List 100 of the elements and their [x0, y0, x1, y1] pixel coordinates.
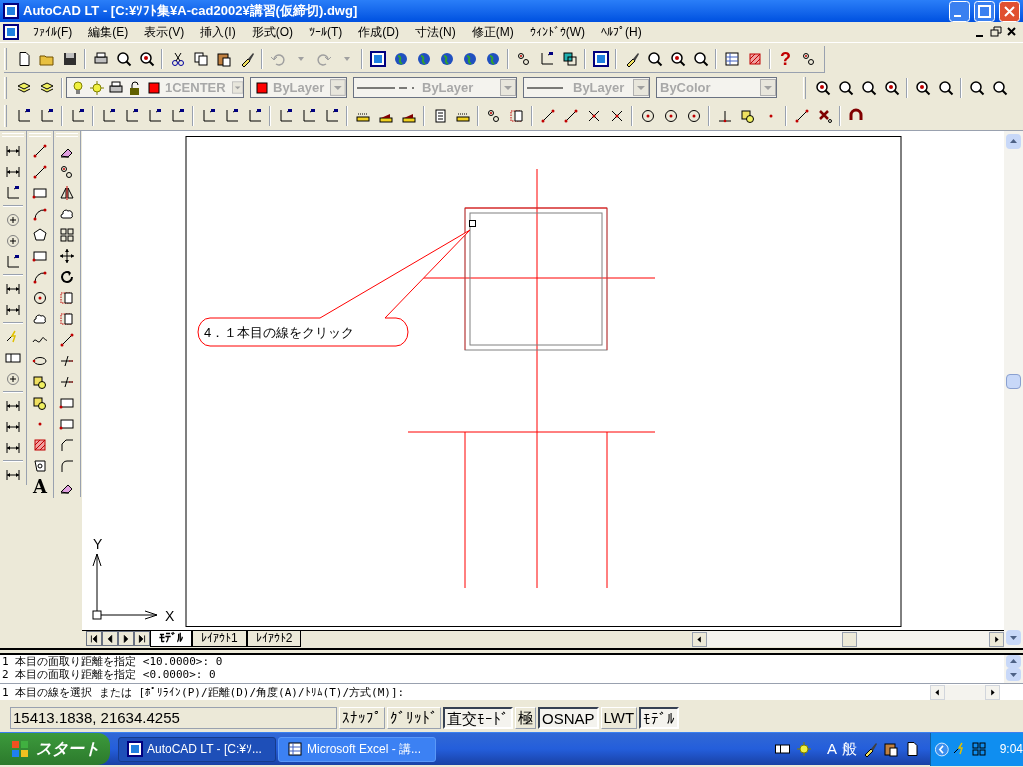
taskbar-button[interactable]: Microsoft Excel - 講... [278, 736, 436, 762]
stretch-icon[interactable] [59, 310, 75, 327]
window-icon[interactable] [592, 50, 609, 67]
zoom-scale-icon[interactable] [860, 79, 877, 96]
next-tab-icon[interactable] [118, 631, 134, 646]
line-icon[interactable] [562, 108, 579, 124]
first-tab-icon[interactable] [86, 631, 102, 646]
scrollbar-thumb[interactable] [842, 631, 857, 647]
block-icon[interactable] [32, 373, 48, 390]
globe-icon[interactable] [438, 50, 455, 67]
taskbar-button[interactable]: AutoCAD LT - [C:¥ｿ... [118, 736, 276, 762]
status-toggle[interactable]: 極 [515, 707, 536, 729]
status-toggle[interactable]: 直交ﾓｰﾄﾞ [443, 707, 513, 729]
dotted-corner-icon[interactable] [508, 108, 525, 124]
menu-item[interactable]: 修正(M) [465, 23, 520, 41]
scroll-up-icon[interactable] [1006, 134, 1021, 149]
previous-tab-icon[interactable] [102, 631, 118, 646]
vertical-scrollbar[interactable] [1004, 131, 1023, 648]
status-toggle[interactable]: ﾓﾃﾞﾙ [639, 707, 680, 729]
ime-kana-indicator[interactable]: 般 [842, 737, 857, 761]
zoom-out-icon[interactable] [937, 79, 954, 96]
perpendicular-icon[interactable] [716, 108, 733, 124]
status-toggle[interactable]: ｸﾞﾘｯﾄﾞ [387, 707, 441, 729]
line-icon[interactable] [59, 331, 75, 348]
overlapping-squares-icon[interactable] [561, 50, 578, 67]
magnifier-icon[interactable] [669, 50, 686, 67]
magnifier-icon[interactable] [692, 50, 709, 67]
axes-icon[interactable] [169, 108, 186, 124]
zoom-center-icon[interactable] [883, 79, 900, 96]
mirror-icon[interactable] [59, 184, 75, 201]
menu-item[interactable]: ｳｨﾝﾄﾞｳ(W) [523, 23, 591, 41]
clipboard-icon[interactable] [215, 50, 232, 67]
text-tool-button[interactable]: A [33, 476, 47, 498]
window-icon[interactable] [369, 50, 386, 67]
horizontal-scrollbar[interactable] [692, 631, 1004, 647]
restore-icon[interactable] [988, 25, 1004, 39]
circle-icon[interactable] [685, 108, 702, 124]
menu-item[interactable]: 作成(D) [352, 23, 405, 41]
table-icon[interactable] [723, 50, 740, 67]
axes-icon[interactable] [123, 108, 140, 124]
globe-icon[interactable] [484, 50, 501, 67]
block-icon[interactable] [739, 108, 756, 124]
scroll-left-icon[interactable] [930, 684, 945, 700]
copy-icon[interactable] [192, 50, 209, 67]
block-icon[interactable] [32, 394, 48, 411]
status-toggle[interactable]: OSNAP [538, 707, 599, 729]
menu-item[interactable]: 表示(V) [138, 23, 191, 41]
menu-item[interactable]: 挿入(I) [194, 23, 242, 41]
globe-icon[interactable] [392, 50, 409, 67]
axes-icon[interactable] [538, 50, 555, 67]
start-button[interactable]: スタート [0, 733, 110, 765]
menu-item[interactable]: ﾌｧｲﾙ(F) [27, 23, 79, 41]
zoom-dynamic-icon[interactable] [837, 79, 854, 96]
hatch-icon[interactable] [32, 436, 48, 453]
menu-item[interactable]: ﾂｰﾙ(T) [303, 23, 349, 41]
axes-icon[interactable] [15, 108, 32, 124]
pentagon-icon[interactable] [32, 226, 48, 243]
chevron-left-icon[interactable] [935, 740, 949, 758]
printer-icon[interactable] [92, 50, 109, 67]
axes-icon[interactable] [300, 108, 317, 124]
scroll-left-icon[interactable] [692, 631, 707, 647]
fillet-icon[interactable] [59, 457, 75, 474]
axes-icon[interactable] [69, 108, 86, 124]
magnifier-icon[interactable] [646, 50, 663, 67]
magnifier-icon[interactable] [138, 50, 155, 67]
maximize-button[interactable] [974, 0, 995, 22]
axes-icon[interactable] [323, 108, 340, 124]
globe-icon[interactable] [415, 50, 432, 67]
layout-tab[interactable]: ﾚｲｱｳﾄ2 [246, 631, 302, 647]
circle-icon[interactable] [662, 108, 679, 124]
circles-icon[interactable] [485, 108, 502, 124]
axes-icon[interactable] [146, 108, 163, 124]
scroll-right-icon[interactable] [985, 684, 1000, 700]
zoom-all-icon[interactable] [968, 79, 985, 96]
drawing-canvas[interactable]: 4．１本目の線をクリック Y X [82, 131, 1004, 630]
circle-icon[interactable] [639, 108, 656, 124]
layout-tab[interactable]: ﾚｲｱｳﾄ1 [192, 631, 247, 647]
scroll-up-icon[interactable] [1006, 655, 1021, 668]
axes-icon[interactable] [246, 108, 263, 124]
status-toggle[interactable]: LWT [600, 707, 638, 729]
menu-item[interactable]: 寸法(N) [409, 23, 462, 41]
rotate-icon[interactable] [59, 268, 75, 285]
close-button[interactable] [999, 0, 1020, 22]
line-icon[interactable] [793, 108, 810, 124]
circle-icon[interactable] [32, 289, 48, 306]
scroll-down-icon[interactable] [1006, 630, 1021, 645]
move-icon[interactable] [59, 247, 75, 264]
minimize-button[interactable] [949, 0, 970, 22]
zoom-extents-icon[interactable] [991, 79, 1008, 96]
grid-icon[interactable] [59, 226, 75, 243]
status-toggle[interactable]: ｽﾅｯﾌﾟ [339, 707, 385, 729]
zoom-in-icon[interactable] [914, 79, 931, 96]
axes-icon[interactable] [38, 108, 55, 124]
help-button[interactable]: ? [774, 49, 797, 68]
scroll-right-icon[interactable] [989, 631, 1004, 647]
copy-circles-icon[interactable] [59, 163, 75, 180]
line-icon[interactable] [32, 142, 48, 159]
menu-item[interactable]: 形式(O) [245, 23, 299, 41]
cross-icon[interactable] [816, 108, 833, 124]
keyboard-icon[interactable] [774, 741, 791, 757]
